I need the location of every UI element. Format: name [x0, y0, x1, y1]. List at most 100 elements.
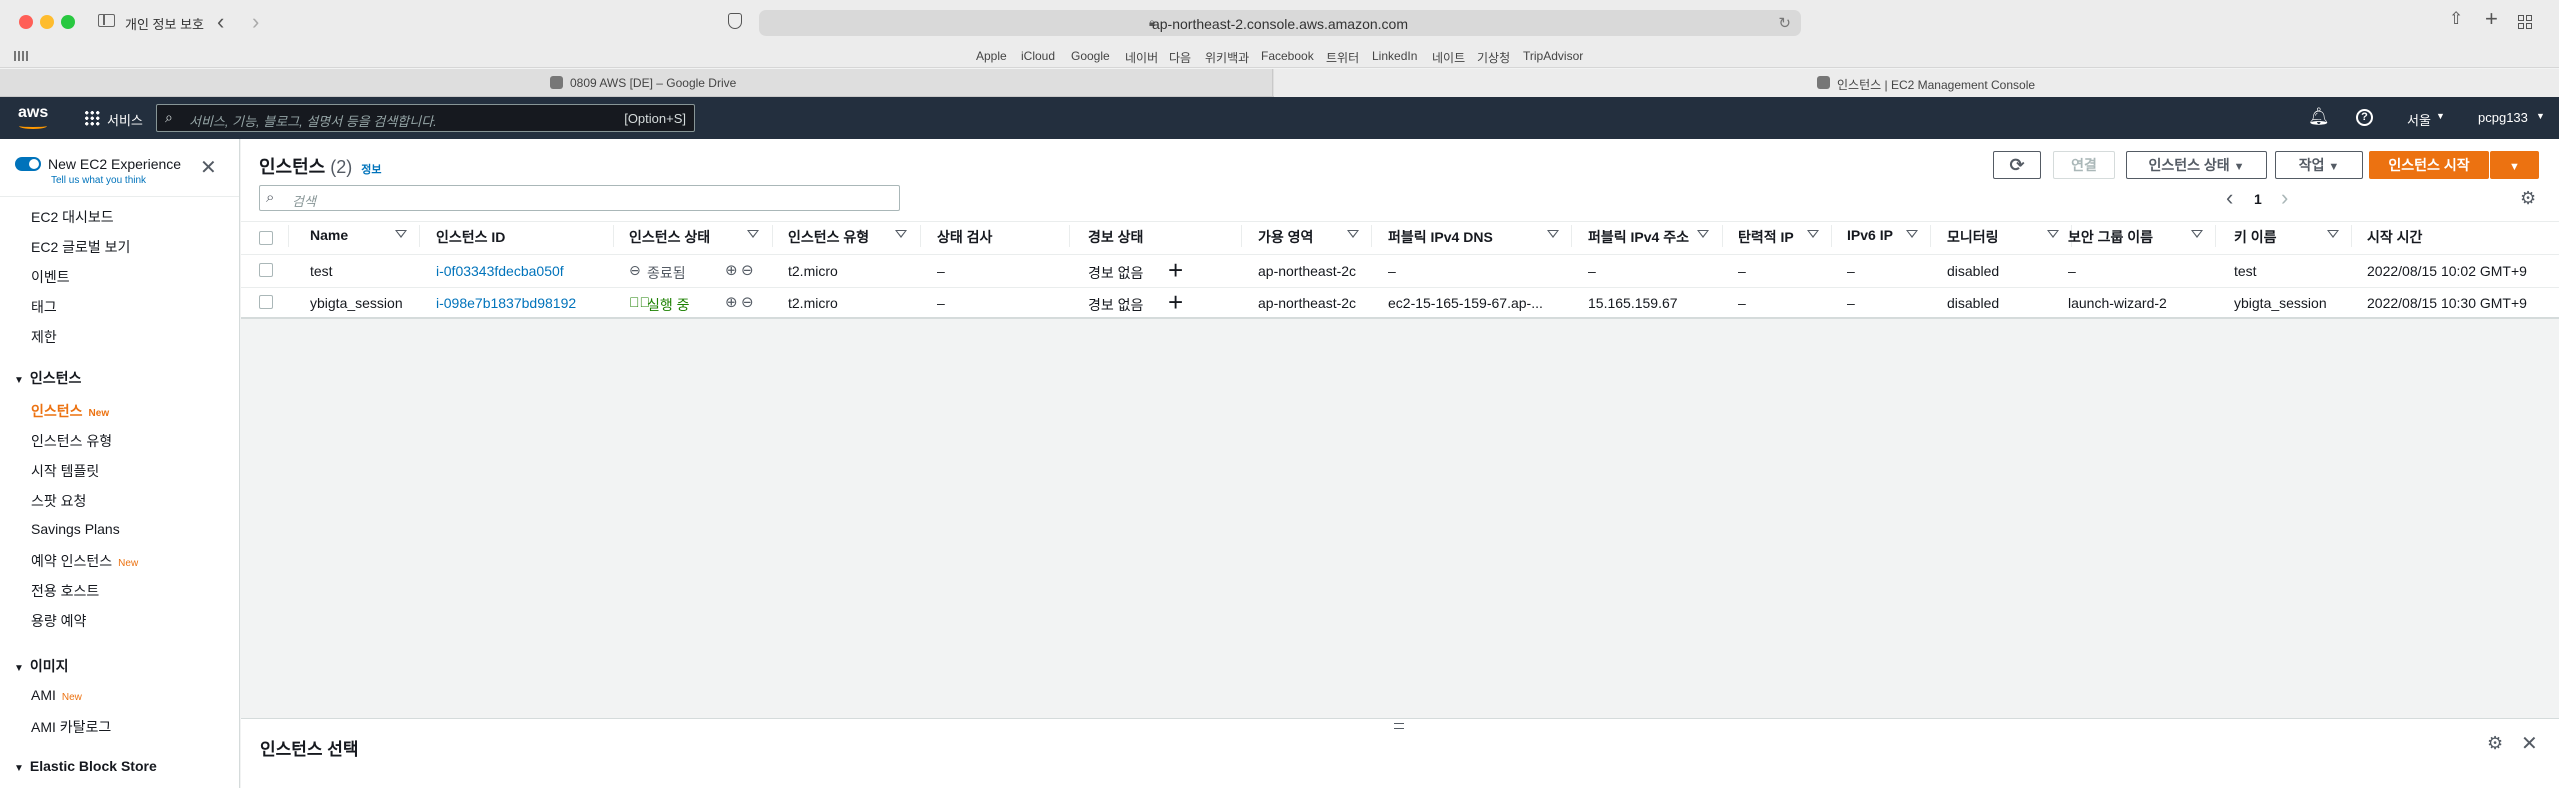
- new-experience-toggle[interactable]: [15, 157, 41, 171]
- new-tab-icon[interactable]: +: [2485, 6, 2498, 32]
- sidebar-toggle-icon[interactable]: [98, 14, 115, 27]
- sidebar-item-spot-requests[interactable]: 스팟 요청: [31, 491, 86, 511]
- info-link[interactable]: 정보: [361, 164, 381, 176]
- sidebar-item-savings-plans[interactable]: Savings Plans: [31, 521, 120, 537]
- refresh-button[interactable]: ⟳: [1993, 151, 2041, 179]
- zoom-out-icon[interactable]: ⊖: [741, 293, 754, 311]
- sidebar-item-global-view[interactable]: EC2 글로벌 보기: [31, 237, 130, 257]
- sidebar-item-limits[interactable]: 제한: [31, 327, 57, 347]
- close-icon[interactable]: ✕: [2521, 731, 2538, 756]
- col-header-status-check[interactable]: 상태 검사: [937, 227, 992, 247]
- row-checkbox[interactable]: [259, 263, 273, 277]
- col-header-public-ipv4[interactable]: 퍼블릭 IPv4 주소: [1588, 227, 1689, 247]
- tab-overview-icon[interactable]: [2518, 15, 2532, 29]
- service-search-input[interactable]: ⌕ 서비스, 기능, 블로그, 설명서 등을 검색합니다. [Option+S]: [156, 104, 695, 132]
- zoom-window-button[interactable]: [61, 15, 75, 29]
- sidebar-item-instance-types[interactable]: 인스턴스 유형: [31, 431, 112, 451]
- forward-icon[interactable]: ›: [252, 9, 259, 35]
- filter-icon[interactable]: [895, 230, 907, 238]
- filter-icon[interactable]: [2327, 230, 2339, 238]
- connect-button[interactable]: 연결: [2053, 151, 2115, 179]
- launch-dropdown-button[interactable]: ▼: [2490, 151, 2539, 179]
- col-header-instance-state[interactable]: 인스턴스 상태: [629, 227, 710, 247]
- bookmark-weather[interactable]: 기상청: [1477, 49, 1510, 66]
- col-header-monitoring[interactable]: 모니터링: [1947, 227, 1999, 247]
- instance-id-link[interactable]: i-0f03343fdecba050f: [436, 263, 564, 279]
- bookmark-tripadvisor[interactable]: TripAdvisor: [1523, 49, 1583, 63]
- sidebar-section-ebs[interactable]: ▼ Elastic Block Store: [14, 758, 157, 774]
- col-header-security-group[interactable]: 보안 그룹 이름: [2068, 227, 2153, 247]
- col-header-public-dns[interactable]: 퍼블릭 IPv4 DNS: [1388, 227, 1493, 247]
- sidebar-item-tags[interactable]: 태그: [31, 297, 57, 317]
- bookmark-wikipedia[interactable]: 위키백과: [1205, 49, 1249, 66]
- settings-gear-icon[interactable]: ⚙︎: [2520, 188, 2536, 209]
- sidebar-item-events[interactable]: 이벤트: [31, 267, 70, 287]
- services-grid-icon[interactable]: [84, 110, 100, 126]
- settings-gear-icon[interactable]: ⚙︎: [2487, 733, 2503, 754]
- aws-logo[interactable]: aws: [18, 104, 48, 129]
- feedback-link[interactable]: Tell us what you think: [51, 175, 146, 186]
- services-menu[interactable]: 서비스: [107, 110, 143, 129]
- row-checkbox[interactable]: [259, 295, 273, 309]
- sidebar-section-images[interactable]: ▼ 이미지: [14, 656, 69, 676]
- bookmark-nate[interactable]: 네이트: [1432, 49, 1465, 66]
- col-header-key-name[interactable]: 키 이름: [2234, 227, 2277, 247]
- region-selector[interactable]: 서울: [2407, 110, 2431, 129]
- bookmark-apple[interactable]: Apple: [976, 49, 1007, 63]
- add-alarm-icon[interactable]: +: [1168, 255, 1183, 286]
- filter-icon[interactable]: [1697, 230, 1709, 238]
- back-icon[interactable]: ‹: [217, 9, 224, 35]
- filter-icon[interactable]: [2191, 230, 2203, 238]
- sidebar-section-instances[interactable]: ▼ 인스턴스: [14, 368, 81, 388]
- prev-page-icon[interactable]: ‹: [2226, 185, 2233, 211]
- next-page-icon[interactable]: ›: [2281, 185, 2288, 211]
- bookmark-icloud[interactable]: iCloud: [1021, 49, 1055, 63]
- instance-id-link[interactable]: i-098e7b1837bd98192: [436, 295, 576, 311]
- privacy-shield-icon[interactable]: [728, 13, 742, 29]
- instance-search-input[interactable]: ⌕ 검색: [259, 185, 900, 211]
- sidebar-item-dedicated-hosts[interactable]: 전용 호스트: [31, 581, 99, 601]
- sidebar-item-ec2-dashboard[interactable]: EC2 대시보드: [31, 207, 114, 227]
- tab-google-drive[interactable]: 0809 AWS [DE] – Google Drive: [0, 69, 1273, 97]
- select-all-checkbox[interactable]: [259, 231, 273, 245]
- reload-icon[interactable]: ↻: [1778, 14, 1791, 32]
- col-header-instance-id[interactable]: 인스턴스 ID: [436, 227, 505, 247]
- instance-state-button[interactable]: 인스턴스 상태 ▼: [2126, 151, 2267, 179]
- col-header-elastic-ip[interactable]: 탄력적 IP: [1738, 227, 1794, 247]
- bookmark-google[interactable]: Google: [1071, 49, 1110, 63]
- bookmark-twitter[interactable]: 트위터: [1326, 49, 1359, 66]
- bookmark-naver[interactable]: 네이버: [1125, 49, 1158, 66]
- col-header-alarm-status[interactable]: 경보 상태: [1088, 227, 1143, 247]
- sidebar-item-reserved-instances[interactable]: 예약 인스턴스 New: [31, 551, 138, 571]
- filter-icon[interactable]: [395, 230, 407, 238]
- filter-icon[interactable]: [2047, 230, 2059, 238]
- filter-icon[interactable]: [1347, 230, 1359, 238]
- close-window-button[interactable]: [19, 15, 33, 29]
- zoom-in-icon[interactable]: ⊕: [725, 293, 738, 311]
- filter-icon[interactable]: [1547, 230, 1559, 238]
- filter-icon[interactable]: [1906, 230, 1918, 238]
- col-header-ipv6[interactable]: IPv6 IP: [1847, 227, 1893, 243]
- sidebar-item-ami-catalog[interactable]: AMI 카탈로그: [31, 717, 111, 737]
- bookmark-facebook[interactable]: Facebook: [1261, 49, 1314, 63]
- sidebar-item-instances[interactable]: 인스턴스 New: [31, 401, 109, 421]
- favorites-grid-icon[interactable]: [14, 51, 28, 61]
- sidebar-item-launch-templates[interactable]: 시작 템플릿: [31, 461, 99, 481]
- zoom-in-icon[interactable]: ⊕: [725, 261, 738, 279]
- filter-icon[interactable]: [1807, 230, 1819, 238]
- bookmark-daum[interactable]: 다음: [1169, 49, 1191, 66]
- col-header-availability-zone[interactable]: 가용 영역: [1258, 227, 1313, 247]
- page-number[interactable]: 1: [2254, 191, 2262, 207]
- tab-ec2-console[interactable]: 인스턴스 | EC2 Management Console: [1274, 69, 2559, 97]
- account-menu[interactable]: pcpg133: [2478, 110, 2528, 125]
- col-header-name[interactable]: Name: [310, 227, 348, 243]
- help-icon[interactable]: ?: [2356, 109, 2373, 126]
- share-icon[interactable]: ⇧: [2449, 9, 2463, 29]
- add-alarm-icon[interactable]: +: [1168, 287, 1183, 318]
- launch-instance-button[interactable]: 인스턴스 시작: [2369, 151, 2489, 179]
- col-header-instance-type[interactable]: 인스턴스 유형: [788, 227, 869, 247]
- filter-icon[interactable]: [747, 230, 759, 238]
- zoom-out-icon[interactable]: ⊖: [741, 261, 754, 279]
- minimize-window-button[interactable]: [40, 15, 54, 29]
- bookmark-linkedin[interactable]: LinkedIn: [1372, 49, 1417, 63]
